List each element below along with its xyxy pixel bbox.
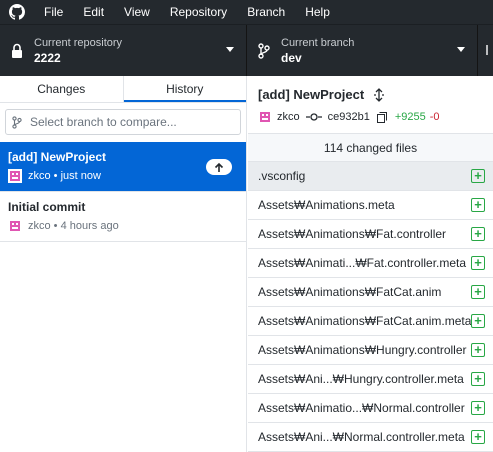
commit-time: 4 hours ago [60,220,119,232]
fetch-origin-button[interactable] [478,25,493,76]
lock-icon [0,43,34,59]
unpushed-indicator [206,159,232,175]
diff-added-icon: + [471,198,485,212]
lines-added: +9255 [394,111,426,123]
file-list-item[interactable]: .vsconfig + [248,162,493,191]
diff-added-icon: + [471,169,485,183]
toolbar: Current repository 2222 Current branch d… [0,24,493,76]
tab-bar: Changes History [0,76,246,103]
menu-bar: File Edit View Repository Branch Help [0,0,493,24]
repository-name: 2222 [34,50,61,65]
file-list-item[interactable]: Assets₩Animations₩FatCat.anim + [248,278,493,307]
avatar [8,169,22,183]
branch-compare-input[interactable] [30,115,230,129]
file-path: Assets₩Animatio...₩Normal.controller [258,401,465,415]
menu-edit[interactable]: Edit [73,0,114,24]
repository-label: Current repository [34,36,123,49]
file-list-item[interactable]: Assets₩Animations₩Hungry.controller + [248,336,493,365]
commit-title: [add] NewProject [8,150,107,164]
diff-added-icon: + [471,401,485,415]
meta-separator: • [50,220,61,232]
diff-added-icon: + [471,343,485,357]
sync-icon [486,44,488,55]
commit-author: zkco [28,220,51,232]
diff-added-icon: + [471,430,485,444]
menu-repository[interactable]: Repository [160,0,237,24]
tab-changes[interactable]: Changes [0,76,124,102]
diff-added-icon: + [471,256,485,270]
commit-detail-title: [add] NewProject [258,87,365,102]
sidebar: Changes History [add] NewProject zkco [0,76,247,452]
menu-help[interactable]: Help [295,0,340,24]
current-repository-button[interactable]: Current repository 2222 [0,25,247,76]
menu-view[interactable]: View [114,0,160,24]
diff-added-icon: + [471,227,485,241]
chevron-down-icon [457,47,465,52]
commit-detail-panel: [add] NewProject zkco ce932b1 +9255 -0 1… [248,76,493,452]
file-path: Assets₩Animations₩Hungry.controller [258,343,467,357]
branch-label: Current branch [281,36,355,49]
changed-files-count: 114 changed files [248,134,493,162]
copy-icon[interactable] [376,111,387,123]
commit-list-item[interactable]: Initial commit zkco • 4 hours ago [0,192,246,242]
commit-title: Initial commit [8,200,86,214]
unfold-icon[interactable] [372,87,386,103]
avatar [8,219,22,233]
git-commit-icon [305,112,322,122]
menu-branch[interactable]: Branch [237,0,295,24]
diff-added-icon: + [471,372,485,386]
file-list-item[interactable]: Assets₩Ani...₩Normal.controller.meta + [248,423,493,452]
arrow-up-icon [214,162,224,172]
github-icon [0,0,34,24]
git-branch-icon [12,115,26,129]
diff-added-icon: + [471,314,485,328]
diff-added-icon: + [471,285,485,299]
chevron-down-icon [226,47,234,52]
file-path: Assets₩Animati...₩Fat.controller.meta [258,256,467,270]
commit-summary: [add] NewProject zkco ce932b1 +9255 -0 [248,76,493,134]
commit-detail-author: zkco [277,111,300,123]
tab-history[interactable]: History [123,76,246,102]
file-list-item[interactable]: Assets₩Ani...₩Hungry.controller.meta + [248,365,493,394]
avatar [260,112,270,122]
menu-file[interactable]: File [34,0,73,24]
file-list-item[interactable]: Assets₩Animati...₩Fat.controller.meta + [248,249,493,278]
branch-name: dev [281,50,302,65]
commit-time: just now [60,170,101,182]
branch-compare-field[interactable] [5,109,241,135]
file-list-item[interactable]: Assets₩Animations₩Fat.controller + [248,220,493,249]
file-path: Assets₩Animations.meta [258,198,395,212]
lines-deleted: -0 [429,111,440,123]
file-list-item[interactable]: Assets₩Animations₩FatCat.anim.meta + [248,307,493,336]
file-path: Assets₩Ani...₩Hungry.controller.meta [258,372,464,386]
file-path: Assets₩Animations₩FatCat.anim.meta [258,314,471,328]
git-branch-icon [247,42,281,59]
file-path: Assets₩Animations₩FatCat.anim [258,285,442,299]
current-branch-button[interactable]: Current branch dev [247,25,478,76]
meta-separator: • [50,170,61,182]
file-path: Assets₩Ani...₩Normal.controller.meta [258,430,465,444]
commit-list-item[interactable]: [add] NewProject zkco • just now [0,142,246,192]
file-list-item[interactable]: Assets₩Animatio...₩Normal.controller + [248,394,493,423]
commit-sha: ce932b1 [327,111,370,123]
commit-author: zkco [28,170,51,182]
file-path: .vsconfig [258,169,306,183]
file-list-item[interactable]: Assets₩Animations.meta + [248,191,493,220]
file-path: Assets₩Animations₩Fat.controller [258,227,447,241]
